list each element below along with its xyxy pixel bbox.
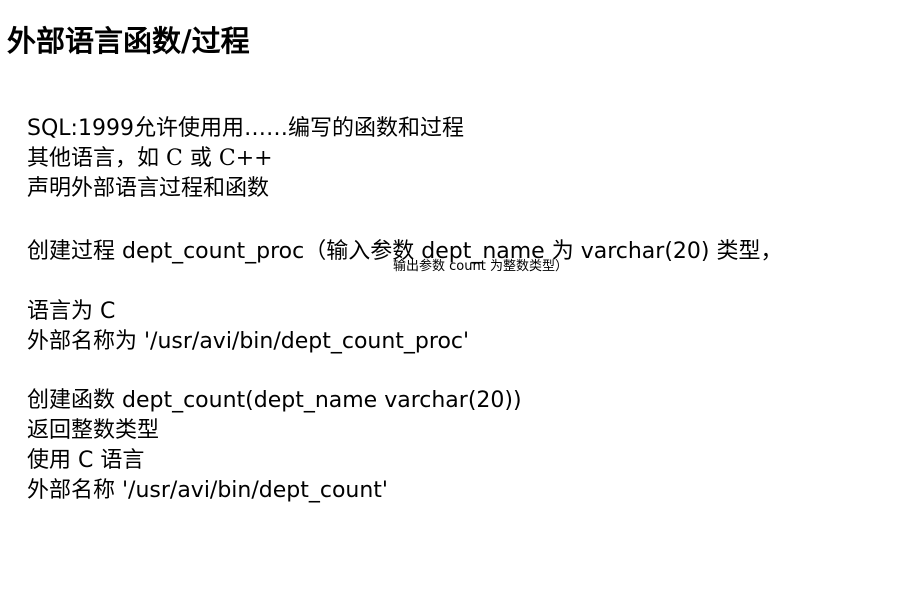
function-line-3: 使用 C 语言: [27, 448, 145, 473]
language-cpp-math: C++: [218, 146, 273, 171]
function-line-4: 外部名称 '/usr/avi/bin/dept_count': [27, 478, 388, 503]
intro-line-2-prefix: 其他语言，如: [27, 146, 160, 171]
function-line-2: 返回整数类型: [27, 418, 160, 443]
slide-body: SQL:1999允许使用用……编写的函数和过程 其他语言，如 C 或 C++ 声…: [27, 114, 887, 506]
intro-line-1: SQL:1999允许使用用……编写的函数和过程: [27, 116, 464, 141]
function-line-1: 创建函数 dept_count(dept_name varchar(20)): [27, 388, 522, 413]
language-c-math: C: [166, 146, 183, 171]
procedure-line-3: 外部名称为 '/usr/avi/bin/dept_count_proc': [27, 329, 470, 354]
intro-line-2: 其他语言，如 C 或 C++: [27, 144, 887, 174]
procedure-line-2: 语言为 C: [27, 299, 116, 324]
slide-title: 外部语言函数/过程: [7, 24, 250, 58]
intro-line-3: 声明外部语言过程和函数: [27, 176, 270, 201]
intro-line-2-or: 或: [189, 146, 212, 171]
